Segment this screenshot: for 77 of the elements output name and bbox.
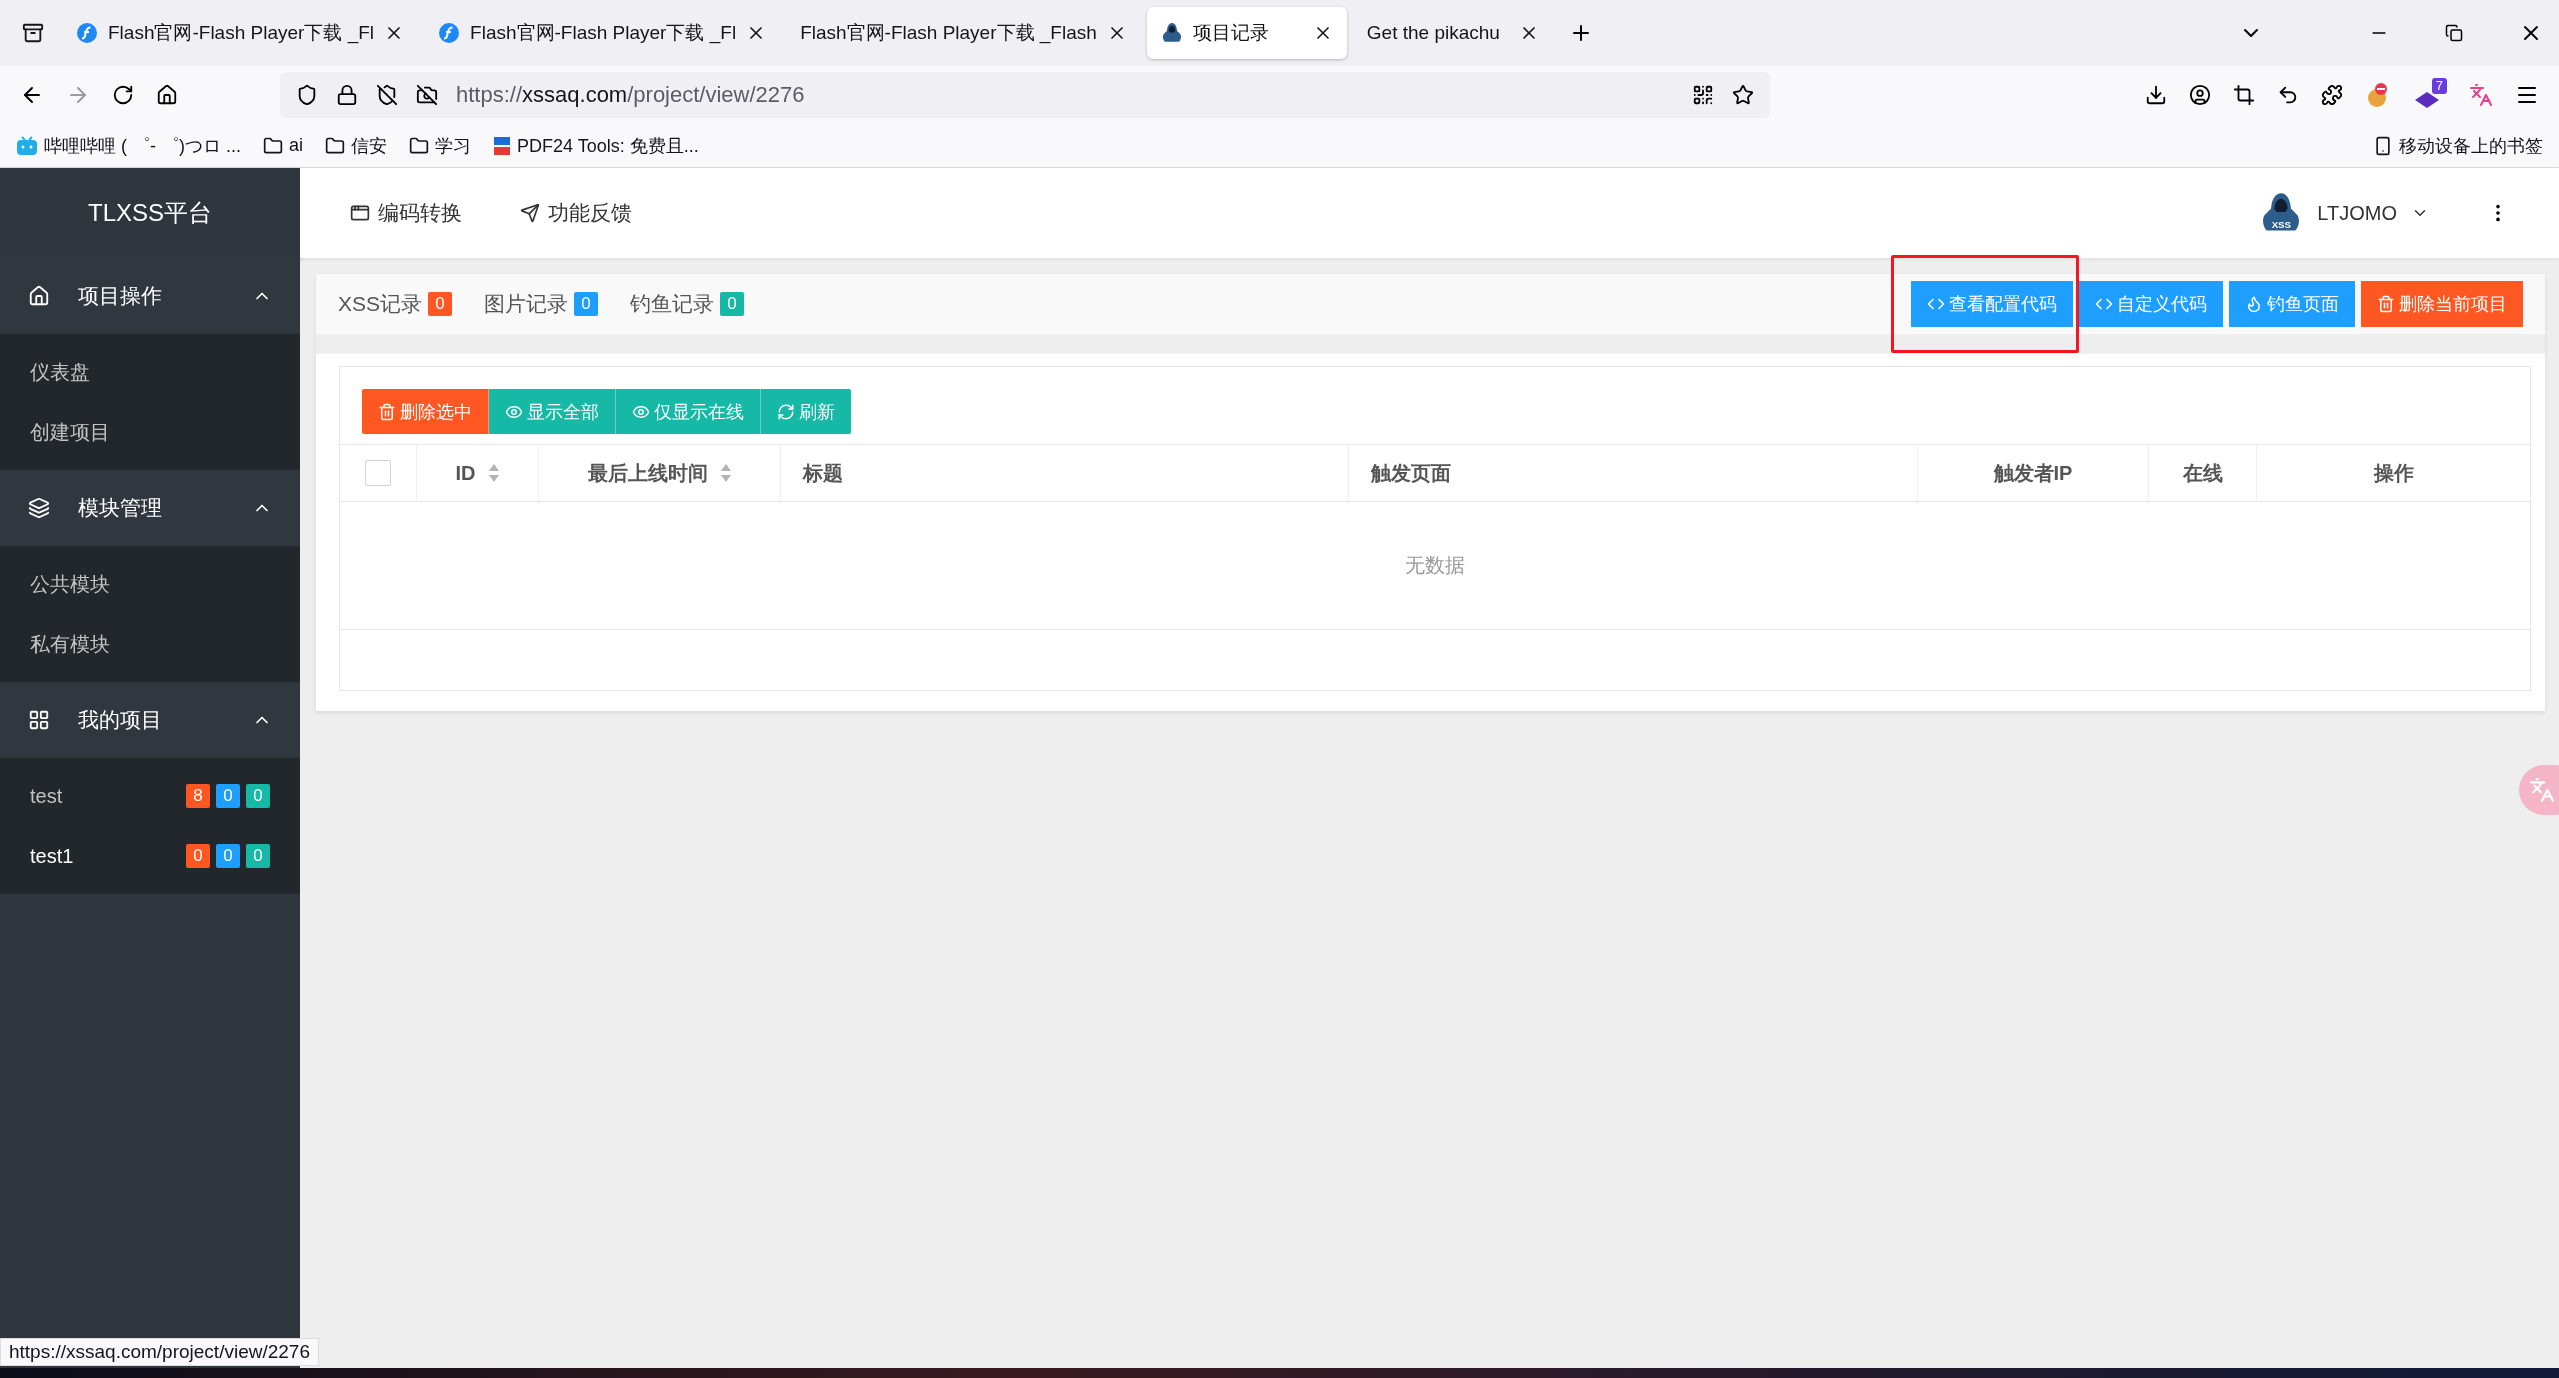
- mobile-bookmarks[interactable]: 移动设备上的书签: [2373, 133, 2543, 158]
- trash-icon: [2377, 295, 2395, 313]
- count-badge: 0: [574, 292, 599, 316]
- lock-icon[interactable]: [336, 84, 358, 106]
- count-badge: 0: [246, 844, 270, 868]
- folder-icon: [325, 135, 345, 156]
- count-badge: 0: [720, 292, 745, 316]
- grid-icon: [28, 709, 50, 731]
- restore-icon[interactable]: [2445, 24, 2463, 42]
- browser-tab[interactable]: 项目记录: [1146, 7, 1347, 59]
- account-icon[interactable]: [2189, 84, 2211, 106]
- folder-icon: [263, 135, 283, 156]
- folder-icon: [409, 135, 429, 156]
- refresh-icon: [777, 402, 795, 421]
- translate-icon[interactable]: [2469, 83, 2493, 107]
- layers-icon: [28, 497, 50, 519]
- undo-icon[interactable]: [2277, 84, 2299, 106]
- bookmark[interactable]: 信安: [325, 133, 387, 158]
- shield-icon[interactable]: [296, 84, 318, 106]
- bookmark[interactable]: 哔哩哔哩 ( ゜- ゜)つロ ...: [16, 133, 241, 158]
- record-tab[interactable]: XSS记录 0: [338, 290, 453, 318]
- user-menu[interactable]: XSS LTJOMO: [2259, 191, 2429, 235]
- home-icon: [28, 285, 50, 307]
- status-url: https://xssaq.com/project/view/2276: [0, 1338, 319, 1366]
- flash-icon: [76, 22, 98, 44]
- checkbox[interactable]: [365, 460, 391, 486]
- translate-icon: [2529, 777, 2555, 803]
- count-badge: 0: [246, 784, 270, 808]
- window-icon: [350, 203, 370, 223]
- tv-icon: [16, 135, 38, 156]
- extensions-icon[interactable]: [2321, 84, 2343, 106]
- column-header: 触发页面: [1371, 460, 1451, 486]
- hooded-figure-icon: [1160, 22, 1183, 44]
- home-icon[interactable]: [156, 84, 178, 106]
- bookmark-star-icon[interactable]: [1732, 84, 1754, 106]
- browser-tab[interactable]: Flash官网-Flash Player下载 _Fl: [62, 7, 419, 59]
- count-badge: 0: [216, 784, 240, 808]
- sidebar-item[interactable]: test1 0 0 0: [0, 826, 300, 886]
- bookmark[interactable]: ai: [263, 135, 303, 156]
- column-header: 操作: [2373, 460, 2414, 486]
- sidebar-item[interactable]: 公共模块: [0, 554, 300, 614]
- column-header[interactable]: 最后上线时间: [587, 459, 708, 487]
- nav-link[interactable]: 功能反馈: [520, 199, 632, 227]
- crop-icon[interactable]: [2233, 84, 2255, 106]
- sidebar-item[interactable]: test 8 0 0: [0, 766, 300, 826]
- column-header[interactable]: ID: [455, 461, 476, 485]
- sidebar-item[interactable]: 仪表盘: [0, 342, 300, 402]
- count-badge: 8: [186, 784, 210, 808]
- send-icon: [520, 203, 540, 223]
- count-badge: 0: [428, 292, 453, 316]
- column-header: 标题: [803, 460, 843, 486]
- reload-icon[interactable]: [112, 84, 134, 106]
- browser-tab[interactable]: Flash官网-Flash Player下载 _Fl: [424, 7, 781, 59]
- permissions-icon[interactable]: [376, 84, 398, 106]
- bookmark[interactable]: PDF24 Tools: 免费且...: [493, 133, 699, 158]
- camera-off-icon[interactable]: [416, 84, 438, 106]
- flame-icon: [2245, 295, 2263, 313]
- sidebar-item[interactable]: 私有模块: [0, 614, 300, 674]
- browser-tab[interactable]: Flash官网-Flash Player下载 _Flash: [786, 7, 1141, 59]
- count-badge: 0: [216, 844, 240, 868]
- column-header: 在线: [2182, 460, 2223, 486]
- download-icon[interactable]: [2145, 84, 2167, 106]
- record-tab[interactable]: 钓鱼记录 0: [630, 290, 745, 318]
- sidebar-item[interactable]: 创建项目: [0, 402, 300, 462]
- phone-icon: [2373, 135, 2393, 156]
- record-tab[interactable]: 图片记录 0: [484, 290, 599, 318]
- empty-message: 无数据: [1405, 553, 1465, 578]
- qr-code-icon[interactable]: [1692, 84, 1714, 106]
- count-badge: 0: [186, 844, 210, 868]
- bookmark[interactable]: 学习: [409, 133, 471, 158]
- browser-tab[interactable]: Get the pikachu: [1352, 7, 1553, 59]
- brand-title: TLXSS平台: [0, 168, 300, 258]
- nav-link[interactable]: 编码转换: [350, 199, 462, 227]
- column-header: 触发者IP: [1993, 460, 2073, 486]
- flash-icon: [438, 22, 461, 44]
- trash-icon: [378, 402, 396, 421]
- pdf-icon: [493, 135, 511, 156]
